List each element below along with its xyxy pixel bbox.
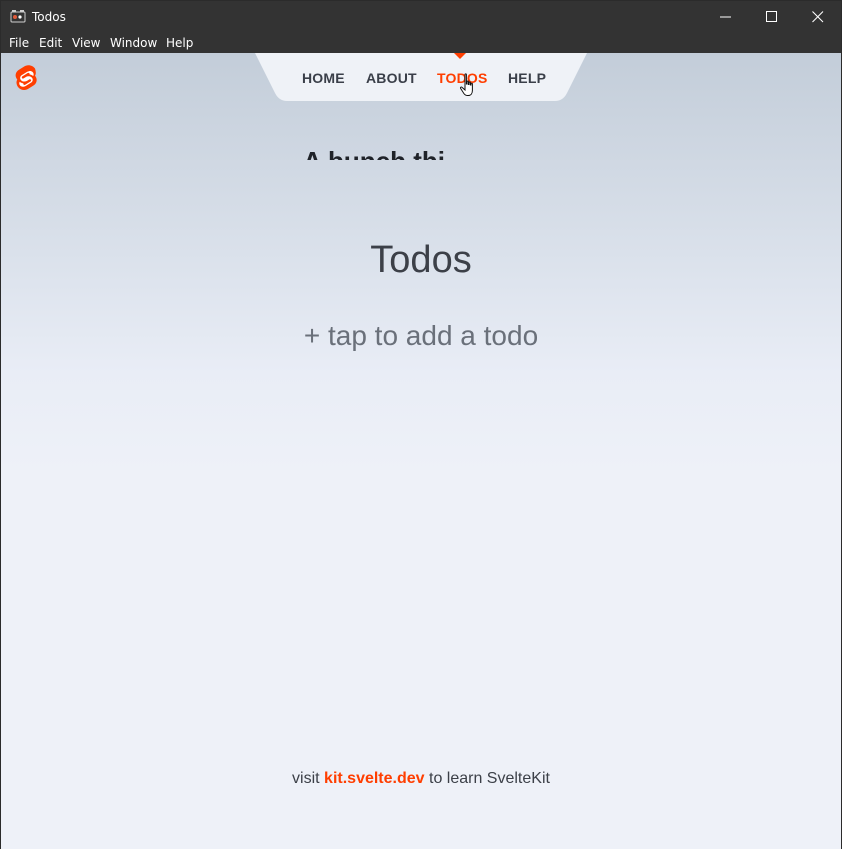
minimize-button[interactable] — [703, 1, 749, 33]
menu-bar: File Edit View Window Help — [1, 33, 841, 53]
active-nav-indicator-icon — [454, 53, 466, 59]
maximize-button[interactable] — [749, 1, 795, 33]
pointer-cursor-icon — [459, 73, 473, 96]
nav-home[interactable]: HOME — [302, 70, 345, 86]
close-button[interactable] — [795, 1, 841, 33]
footer-prefix: visit — [292, 770, 325, 787]
footer: visit kit.svelte.dev to learn SvelteKit — [1, 770, 841, 788]
menu-window[interactable]: Window — [110, 36, 157, 50]
web-content: HOME ABOUT TODOS HELP A bunch thi Todos … — [1, 53, 841, 849]
add-todo-prompt[interactable]: + tap to add a todo — [1, 320, 841, 352]
app-icon — [10, 9, 26, 25]
menu-edit[interactable]: Edit — [39, 36, 62, 50]
nav-help[interactable]: HELP — [508, 70, 546, 86]
menu-file[interactable]: File — [9, 36, 29, 50]
window-title: Todos — [32, 10, 66, 24]
page-title: Todos — [370, 239, 472, 281]
transition-ghost-text: A bunch thi — [303, 151, 445, 160]
menu-help[interactable]: Help — [166, 36, 193, 50]
svelte-logo-icon — [15, 65, 37, 91]
minimize-icon — [720, 16, 731, 18]
close-icon — [812, 11, 824, 23]
title-bar[interactable]: Todos — [1, 1, 841, 33]
footer-suffix: to learn SvelteKit — [424, 770, 550, 787]
menu-view[interactable]: View — [72, 36, 100, 50]
nav-about[interactable]: ABOUT — [366, 70, 417, 86]
kit-svelte-link[interactable]: kit.svelte.dev — [324, 770, 425, 787]
maximize-icon — [766, 11, 777, 22]
svelte-logo-link[interactable] — [13, 63, 40, 93]
app-window: Todos File Edit View Window Help HOME AB… — [0, 0, 842, 849]
